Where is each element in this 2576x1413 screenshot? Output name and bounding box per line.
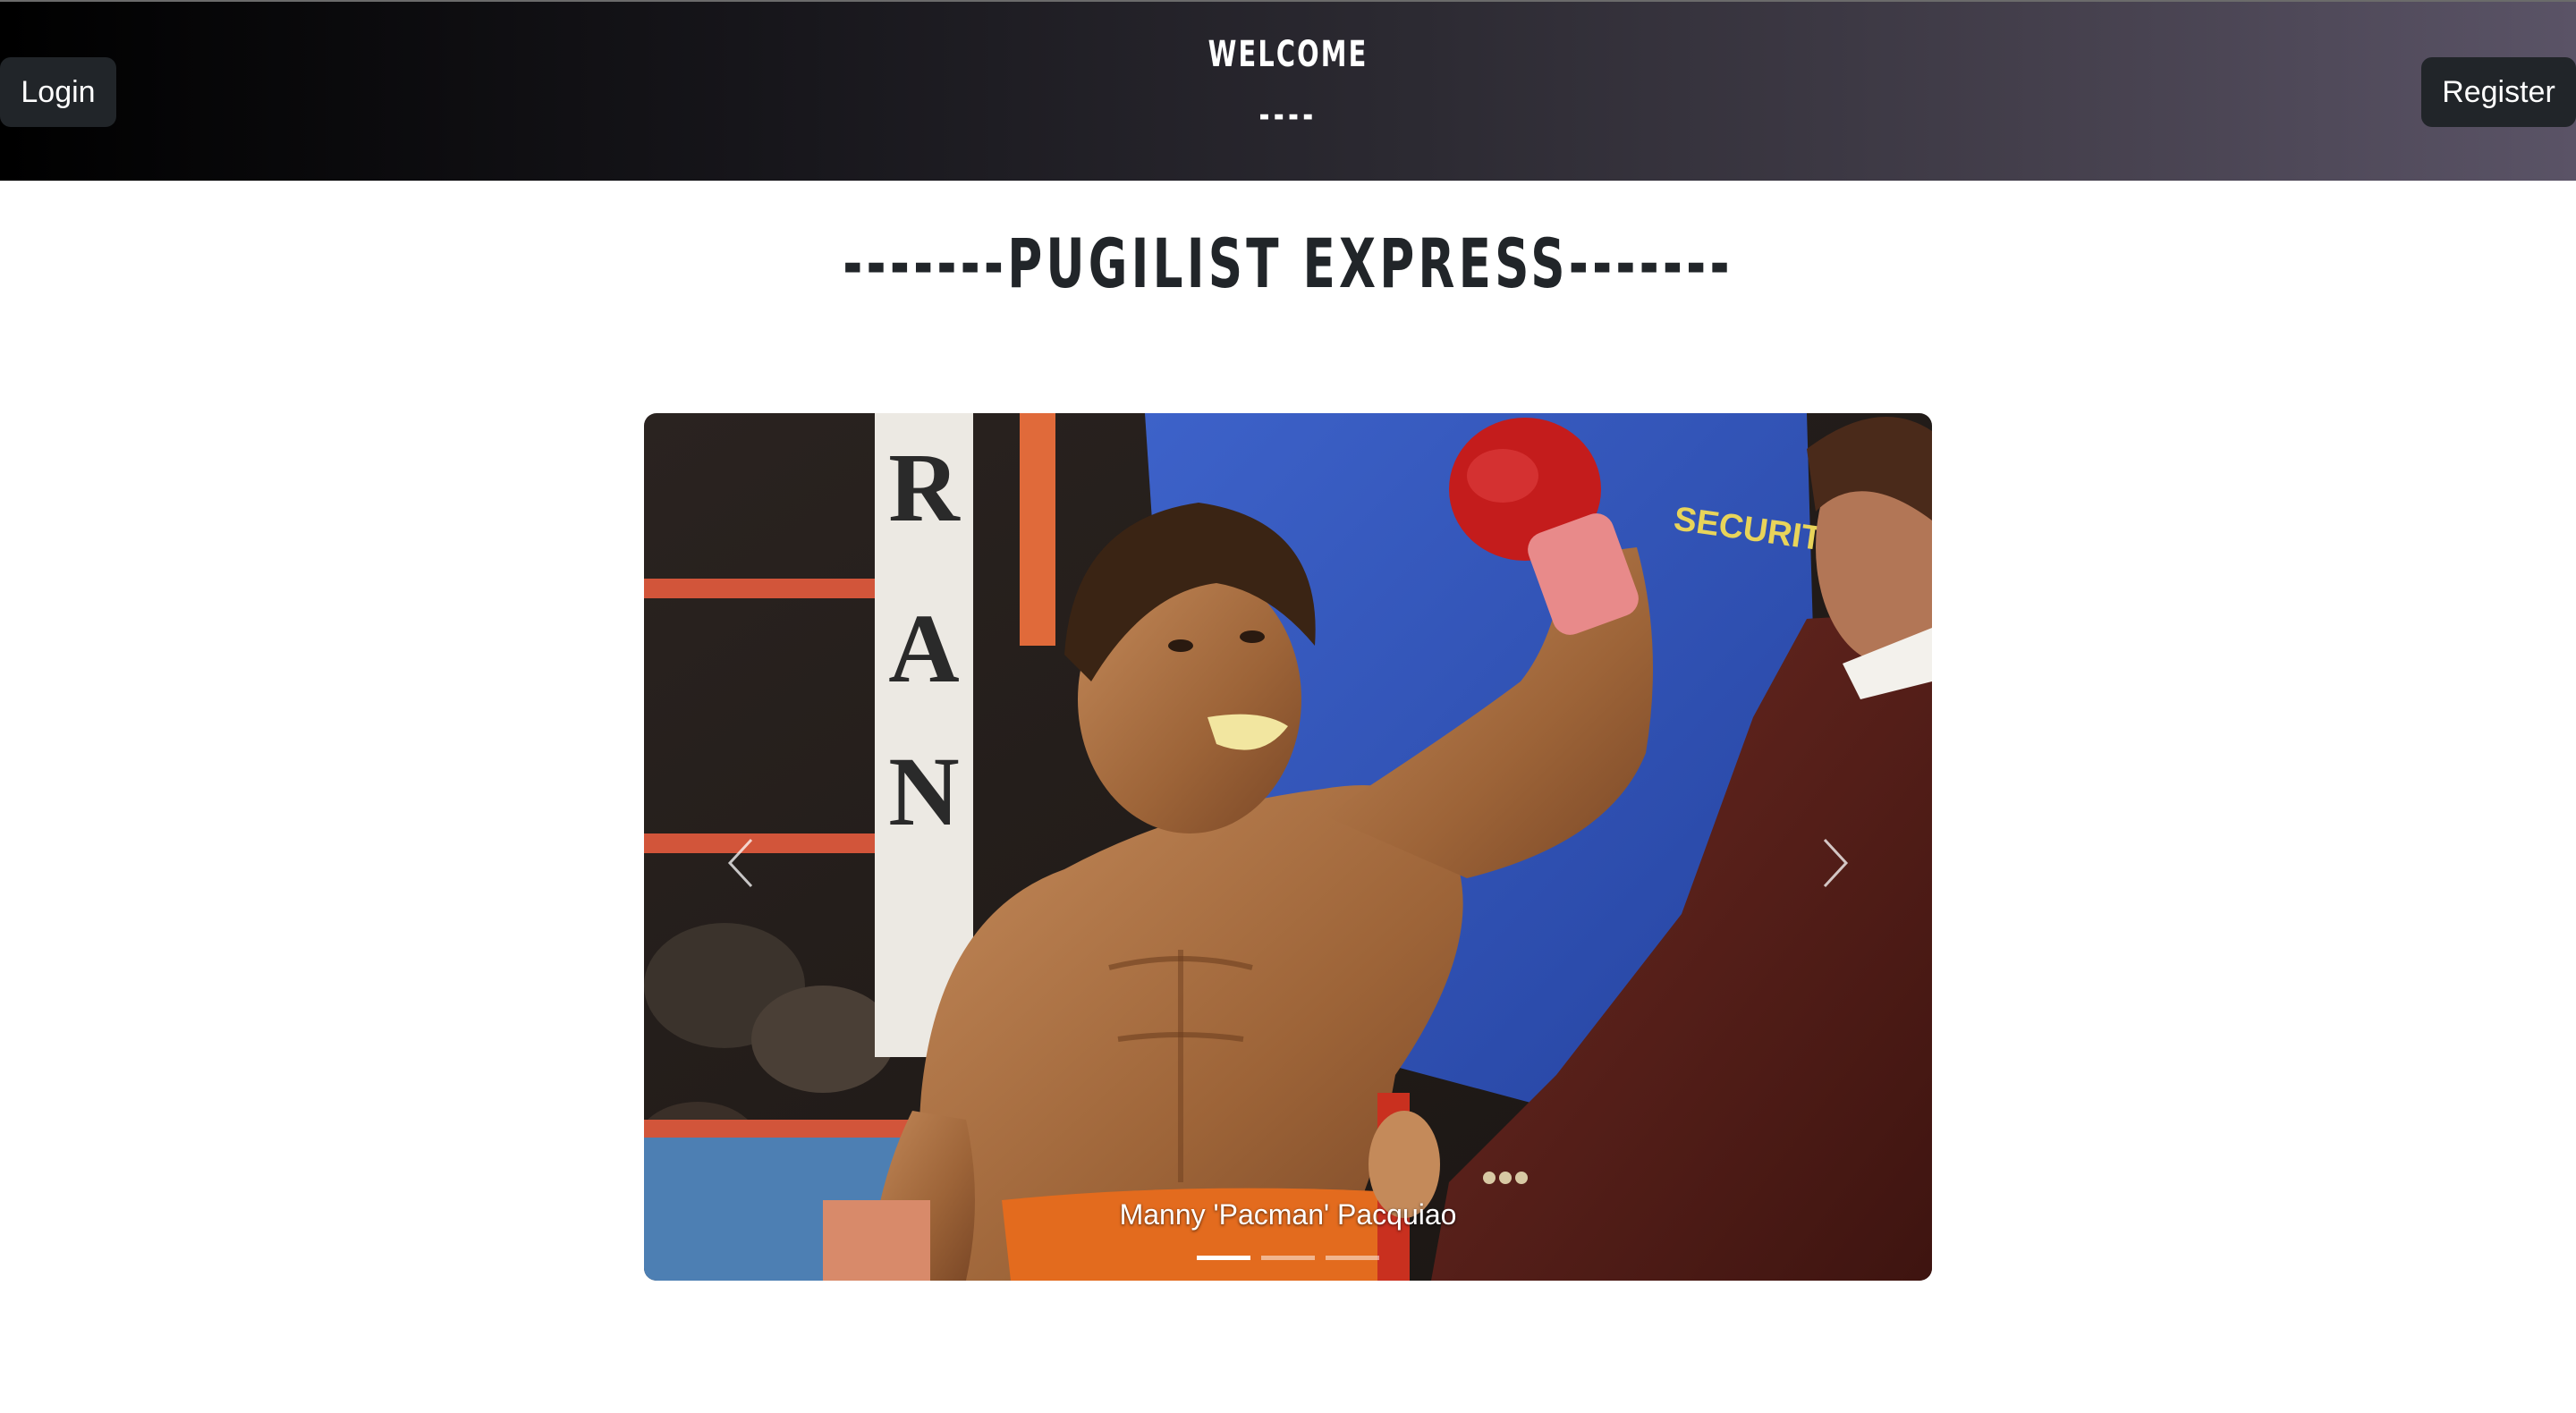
svg-text:R: R [888, 433, 961, 542]
welcome-heading: WELCOME [1208, 34, 1368, 75]
welcome-divider: ---- [1258, 95, 1318, 136]
carousel-indicator[interactable] [1197, 1256, 1250, 1260]
carousel-prev-button[interactable] [705, 823, 776, 903]
carousel-indicator[interactable] [1261, 1256, 1315, 1260]
register-button[interactable]: Register [2421, 57, 2576, 127]
carousel-indicators [0, 1256, 2576, 1260]
chevron-right-icon [1823, 838, 1849, 888]
login-button[interactable]: Login [0, 57, 116, 127]
page-title: -------PUGILIST EXPRESS------- [843, 224, 1733, 303]
image-carousel: R A N SECURITY [644, 413, 1932, 1281]
boxer-photo: R A N SECURITY [644, 413, 1932, 1281]
carousel-caption: Manny 'Pacman' Pacquiao [1119, 1198, 1457, 1231]
chevron-left-icon [727, 838, 753, 888]
svg-text:N: N [888, 737, 959, 846]
top-header: Login WELCOME ---- Register [0, 0, 2576, 181]
carousel-indicator[interactable] [1326, 1256, 1379, 1260]
svg-text:A: A [888, 594, 959, 703]
carousel-next-button[interactable] [1800, 823, 1871, 903]
